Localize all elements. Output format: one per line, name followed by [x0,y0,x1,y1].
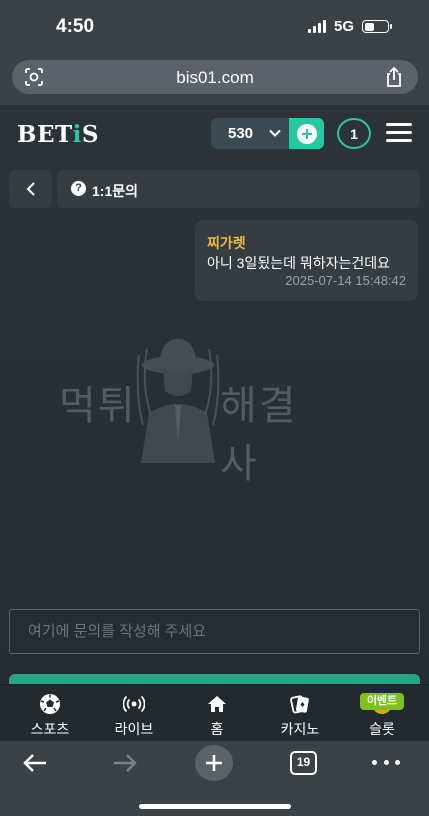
balance-widget[interactable]: 530 [211,118,324,149]
nav-item-home[interactable]: 홈 [175,685,259,742]
plus-icon [206,755,222,771]
inquiry-input[interactable] [9,609,420,654]
inquiry-page: ? 1:1문의 찌가렛 아니 3일됬는데 뭐하자는건데요 2025-07-14 … [0,161,429,684]
page-title: 1:1문의 [92,183,138,199]
nav-item-live[interactable]: 라이브 [92,685,176,742]
notification-badge[interactable]: 1 [337,118,371,149]
help-icon: ? [71,181,86,196]
submit-button[interactable] [9,674,420,684]
nav-label-sports: 스포츠 [30,721,70,737]
nav-label-live: 라이브 [114,721,154,737]
url-text[interactable]: bis01.com [12,68,418,88]
battery-icon [362,20,392,33]
deposit-button[interactable] [289,118,324,149]
message-bubble: 찌가렛 아니 3일됬는데 뭐하자는건데요 2025-07-14 15:48:42 [195,220,418,301]
nav-label-slot: 슬롯 [369,721,395,737]
watermark-left-text: 먹튀 [59,383,137,429]
status-indicators: 5G [307,18,392,35]
site-header: BETiS 530 1 [0,105,429,161]
watermark: 먹튀 해결사 [55,333,335,487]
soccer-ball-icon [40,694,60,714]
address-bar[interactable]: bis01.com [12,60,418,94]
nav-item-casino[interactable]: 카지노 [258,685,342,742]
event-badge[interactable]: 이벤트 [360,693,404,710]
home-icon [208,696,226,712]
tabs-button[interactable]: 19 [290,751,317,775]
site-logo[interactable]: BETiS [17,121,99,148]
new-tab-button[interactable] [195,745,233,781]
live-broadcast-icon [123,695,145,713]
message-timestamp: 2025-07-14 15:48:42 [285,273,406,288]
nav-item-sports[interactable]: 스포츠 [8,685,92,742]
chevron-down-icon[interactable] [268,126,282,140]
arrow-right-icon[interactable] [112,752,138,774]
status-time: 4:50 [56,16,95,37]
arrow-left-icon[interactable] [22,752,48,774]
chevron-left-icon [26,182,35,196]
hamburger-menu-icon[interactable] [386,123,412,143]
more-options-icon[interactable] [372,760,400,766]
signal-icon [307,20,326,33]
message-body: 아니 3일됬는데 뭐하자는건데요 [207,255,391,271]
message-author: 찌가렛 [207,235,246,251]
cards-icon [290,695,309,714]
page-title-bar: ? 1:1문의 [57,170,420,208]
watermark-right-text: 해결사 [220,383,298,487]
plus-icon [296,123,317,144]
balance-value[interactable]: 530 [228,125,253,142]
detective-figure-icon [136,339,220,463]
network-label: 5G [333,18,354,35]
nav-label-home: 홈 [210,721,224,737]
home-indicator[interactable] [139,804,291,809]
share-icon[interactable] [384,66,404,88]
status-bar: 4:50 5G [0,0,429,56]
nav-label-casino: 카지노 [280,721,320,737]
back-button[interactable] [9,170,52,208]
